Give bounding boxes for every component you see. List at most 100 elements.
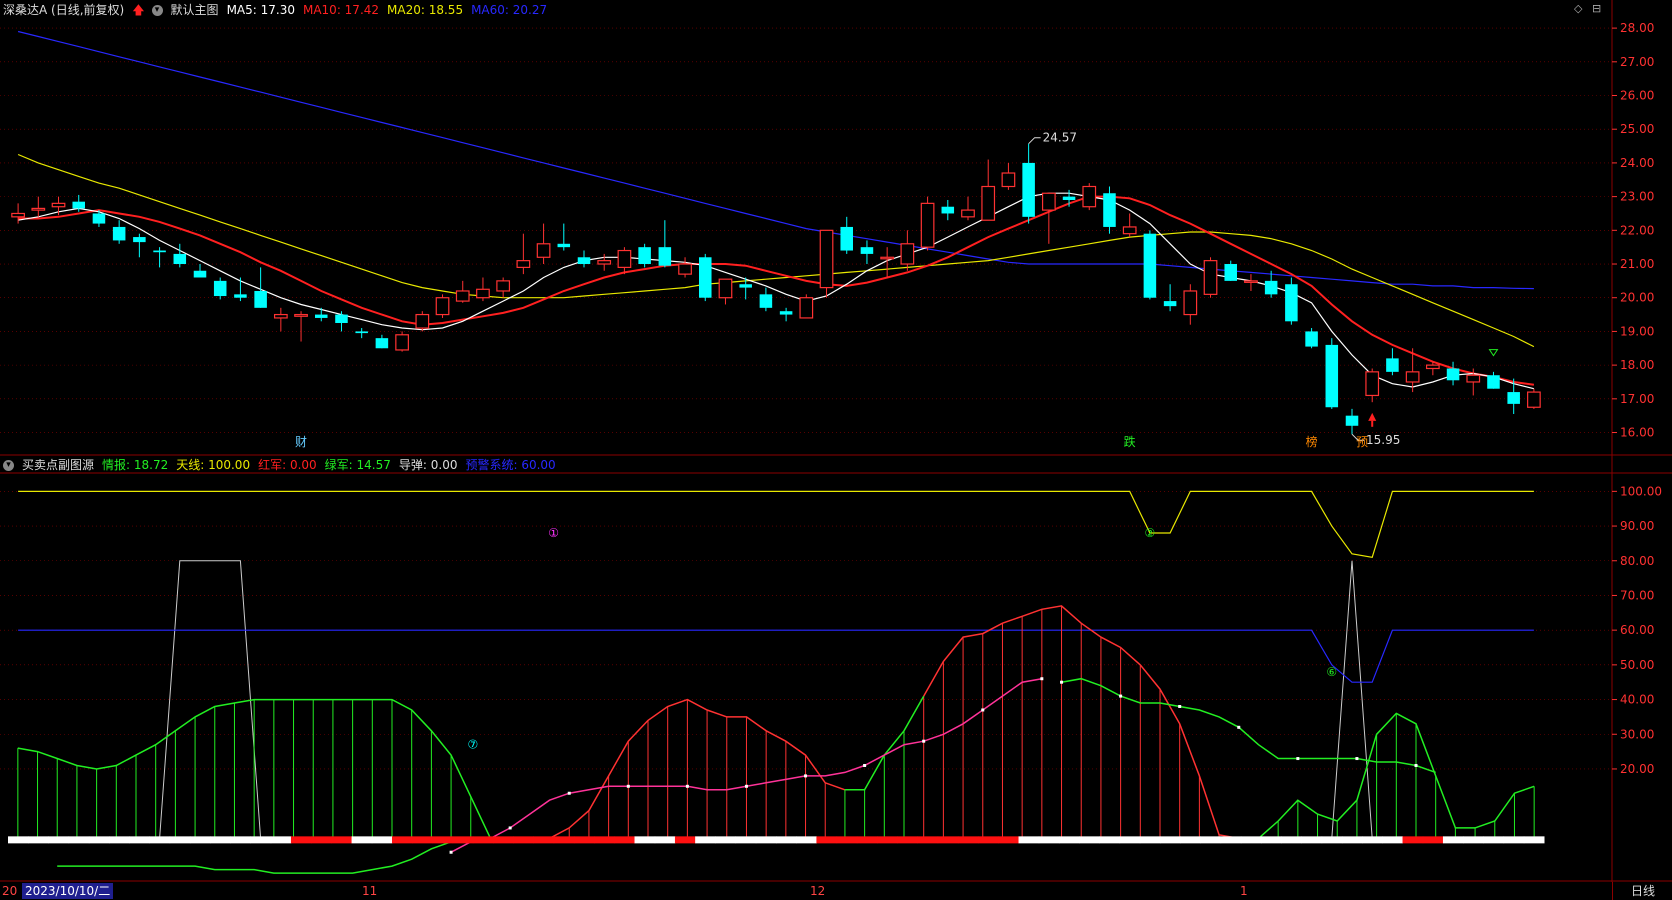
candle-body bbox=[597, 260, 612, 265]
price-tick-label: 24.00 bbox=[1620, 156, 1654, 170]
sell-arrow-icon bbox=[1488, 349, 1499, 357]
candle-body bbox=[900, 243, 915, 265]
candle-body bbox=[638, 247, 651, 265]
candle-body bbox=[1527, 391, 1541, 408]
magenta-dot bbox=[804, 774, 808, 778]
stock-title[interactable]: 深桑达A (日线,前复权) bbox=[3, 1, 124, 19]
signal-bar-cell bbox=[513, 836, 534, 844]
signal-bar-cell bbox=[452, 836, 474, 844]
candle-body bbox=[617, 249, 632, 268]
signal-bar-cell bbox=[816, 836, 838, 844]
signal-bar-cell bbox=[1220, 836, 1242, 844]
candle-body bbox=[718, 278, 733, 299]
candle-body bbox=[779, 311, 793, 315]
price-tick-label: 28.00 bbox=[1620, 21, 1654, 35]
candle-body bbox=[1022, 162, 1035, 217]
candle-body bbox=[981, 185, 996, 221]
buy-arrow-icon bbox=[1368, 412, 1377, 421]
signal-bar-cell bbox=[856, 836, 878, 844]
diamond-icon[interactable]: ◇ bbox=[1574, 2, 1582, 15]
signal-bar-cell bbox=[28, 836, 49, 844]
indicator-tick-label: 50.00 bbox=[1620, 658, 1654, 672]
price-tick-label: 16.00 bbox=[1620, 426, 1654, 440]
event-yu: 预 bbox=[1356, 435, 1368, 449]
candle-body bbox=[435, 297, 450, 316]
indicator-tick-label: 30.00 bbox=[1620, 727, 1654, 741]
signal-bar-cell bbox=[270, 836, 292, 844]
magenta-dot bbox=[981, 708, 985, 712]
candle-body bbox=[1487, 375, 1500, 389]
signal-bar-cell bbox=[836, 836, 858, 844]
candle-body bbox=[536, 243, 551, 258]
candle-body bbox=[860, 247, 874, 254]
high-price-label: 24.57 bbox=[1043, 131, 1077, 145]
signal-bar-cell bbox=[210, 836, 231, 844]
candle-body bbox=[173, 253, 187, 265]
signal-bar-cell bbox=[1200, 836, 1222, 844]
signal-bar-cell bbox=[68, 836, 90, 844]
candle-body bbox=[335, 314, 348, 323]
indicator-tick-label: 40.00 bbox=[1620, 693, 1654, 707]
signal-bar-cell bbox=[311, 836, 332, 844]
indicator-tick-label: 90.00 bbox=[1620, 519, 1654, 533]
period-button[interactable]: 日线 bbox=[1612, 882, 1672, 900]
candle-body bbox=[577, 257, 591, 265]
indicator-name[interactable]: 买卖点副图源 bbox=[22, 456, 94, 474]
candle-body bbox=[658, 247, 672, 266]
signal-bar-cell bbox=[88, 836, 110, 844]
candle-body bbox=[1446, 368, 1460, 381]
indicator-tick-label: 80.00 bbox=[1620, 554, 1654, 568]
signal-bar-cell bbox=[1281, 836, 1302, 844]
candle-body bbox=[1507, 392, 1520, 404]
signal-bar-cell bbox=[169, 836, 191, 844]
signal-bar-cell bbox=[553, 836, 575, 844]
candle-body bbox=[11, 212, 25, 218]
signal-bar-cell bbox=[897, 836, 918, 844]
event-die: 跌 bbox=[1124, 434, 1136, 449]
stock-chart[interactable]: 28.00 27.00 26.00 25.00 24.00 23.00 22.00 21.00… bbox=[0, 0, 1672, 900]
signal-bar-cell bbox=[1180, 836, 1201, 844]
signal-bar-cell bbox=[937, 836, 959, 844]
signal-bar-cell bbox=[917, 836, 939, 844]
magenta-dot bbox=[567, 791, 571, 795]
price-tick-label: 20.00 bbox=[1620, 291, 1654, 305]
ma60-line bbox=[17, 30, 1534, 290]
lvjun-dot bbox=[1414, 763, 1418, 767]
price-tick-label: 22.00 bbox=[1620, 223, 1654, 237]
marker-7: ⑦ bbox=[467, 738, 478, 752]
marker-1: ① bbox=[548, 526, 559, 540]
candle-body bbox=[961, 209, 975, 218]
price-tick-label: 27.00 bbox=[1620, 55, 1654, 69]
signal-bar-cell bbox=[674, 836, 696, 844]
price-tick-label: 21.00 bbox=[1620, 257, 1654, 271]
marker-2: ② bbox=[1145, 526, 1156, 540]
candle-body bbox=[92, 213, 106, 224]
x-axis-nov: 11 bbox=[362, 884, 378, 898]
dropdown-icon[interactable]: ▾ bbox=[151, 4, 163, 16]
candle-body bbox=[31, 207, 46, 211]
signal-bar-cell bbox=[1321, 836, 1343, 844]
candle-body bbox=[415, 313, 430, 329]
signal-bar-cell bbox=[1099, 836, 1121, 844]
indicator-header: ▾ 买卖点副图源 情报: 18.72 天线: 100.00 红军: 0.00 绿… bbox=[0, 456, 564, 474]
lvjun-label: 绿军: 14.57 bbox=[324, 458, 391, 472]
magenta-dot bbox=[449, 850, 453, 854]
template-name[interactable]: 默认主图 bbox=[171, 1, 219, 19]
signal-bar-cell bbox=[796, 836, 817, 844]
dropdown-icon[interactable]: ▾ bbox=[3, 459, 14, 471]
hongjun-label: 红军: 0.00 bbox=[258, 458, 317, 472]
candle-body bbox=[1041, 192, 1056, 211]
candle-body bbox=[739, 284, 752, 288]
lvjun-dot bbox=[1296, 757, 1300, 761]
lvjun-tail-line bbox=[1061, 677, 1436, 774]
pin-icon[interactable]: ⊟ bbox=[1592, 2, 1601, 15]
signal-bar-cell bbox=[432, 836, 454, 844]
ma60-label: MA60: 20.27 bbox=[471, 3, 548, 17]
signal-bar-cell bbox=[735, 836, 757, 844]
signal-bar-cell bbox=[634, 836, 656, 844]
price-tick-label: 17.00 bbox=[1620, 392, 1654, 406]
signal-bar-cell bbox=[654, 836, 676, 844]
candle-body bbox=[819, 229, 834, 289]
candle-body bbox=[1143, 233, 1157, 298]
candle-body bbox=[557, 243, 571, 248]
